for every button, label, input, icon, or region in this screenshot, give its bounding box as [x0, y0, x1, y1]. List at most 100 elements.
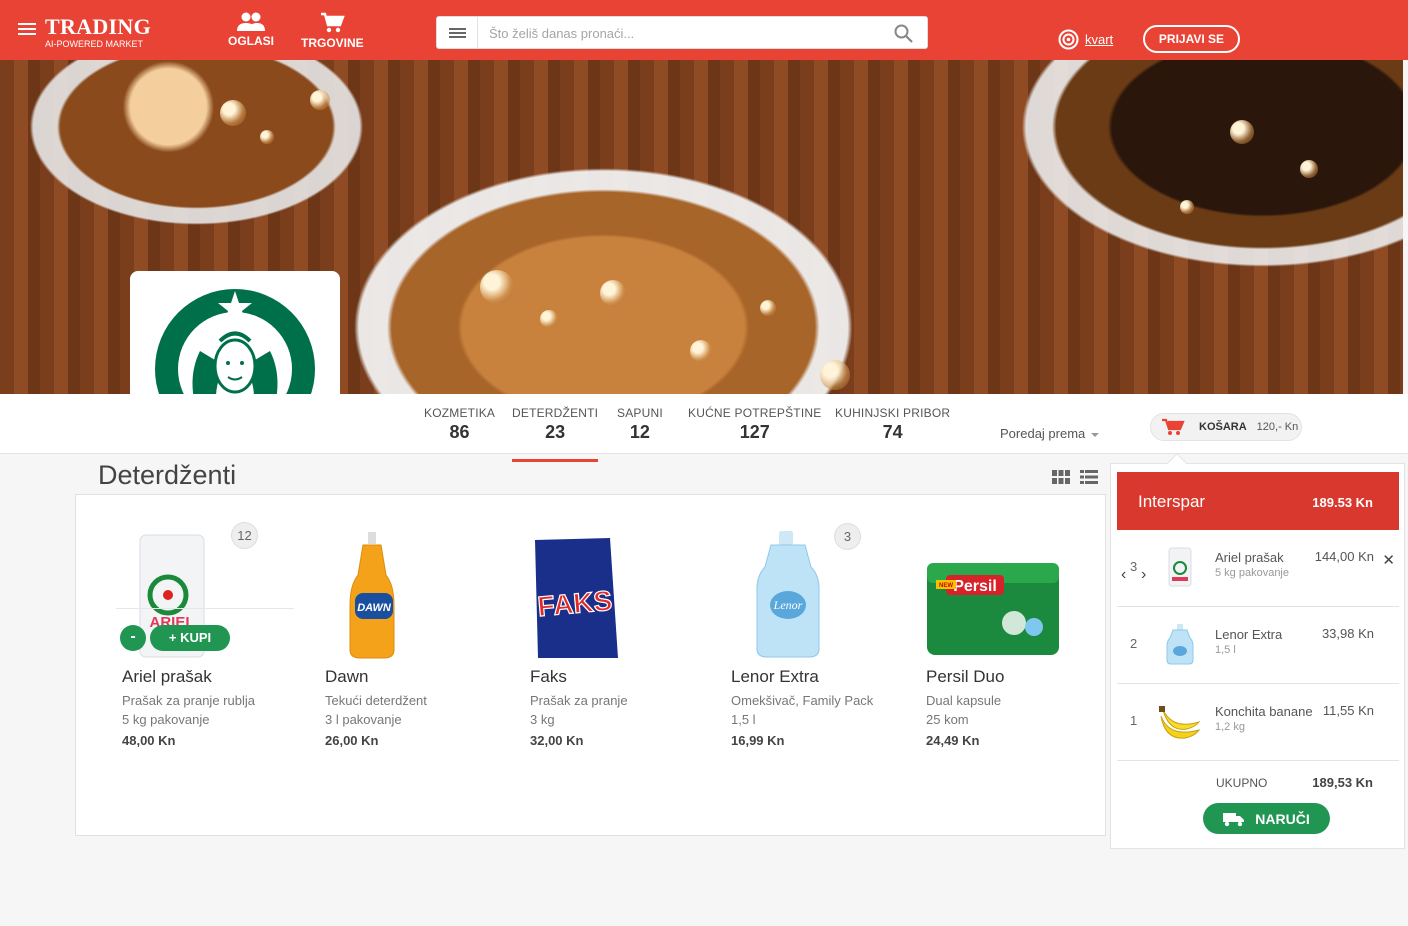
list-view-icon[interactable]: [1080, 470, 1098, 484]
search-input[interactable]: [489, 23, 869, 43]
product-description: Dual kapsule: [926, 693, 1002, 708]
product-description: Omekšivač, Family Pack: [731, 693, 874, 708]
tab-sapuni[interactable]: SAPUNI 12: [617, 406, 663, 443]
buy-button[interactable]: + KUPI: [150, 625, 230, 651]
brand-logo[interactable]: TRADING AI-POWERED MARKET: [45, 14, 151, 50]
product-name: Faks: [530, 667, 567, 686]
top-bar: TRADING AI-POWERED MARKET OGLASI TRGOVIN…: [0, 0, 1408, 60]
menu-icon[interactable]: [18, 23, 36, 37]
grid-view-icon[interactable]: [1052, 470, 1070, 484]
cart-item: 1 Konchita banane 1,2 kg 11,55 Kn: [1117, 684, 1399, 761]
product-package: 3 l pakovanje: [325, 712, 402, 727]
cart-icon: [1162, 418, 1185, 435]
product-description: Tekući deterdžent: [325, 693, 427, 708]
cart-amount: 120,- Kn: [1256, 421, 1299, 433]
cart-item: 3 ‹ › Ariel prašak 5 kg pakovanje 144,00…: [1117, 530, 1399, 607]
brand-subtitle: AI-POWERED MARKET: [45, 39, 144, 49]
store-name: Interspar: [1138, 492, 1206, 511]
cart-item: 2 Lenor Extra 1,5 l 33,98 Kn: [1117, 607, 1399, 684]
quantity-badge: 12: [231, 522, 258, 549]
search-bar: [436, 16, 928, 49]
view-toggle: [1052, 470, 1098, 484]
decrease-quantity-button[interactable]: -: [120, 625, 146, 651]
chevron-right-icon[interactable]: ›: [1141, 566, 1146, 584]
product-description: Prašak za pranje: [530, 693, 628, 708]
brand-title: TRADING: [45, 14, 151, 39]
order-button[interactable]: NARUČI: [1203, 803, 1330, 834]
nav-oglasi-label: OGLASI: [228, 34, 275, 48]
tab-count: 74: [882, 422, 903, 442]
people-icon: [237, 12, 265, 31]
buy-label: KUPI: [180, 630, 212, 645]
banana-thumbnail: [1159, 706, 1201, 739]
product-name: Ariel prašak: [122, 667, 212, 686]
product-name: Dawn: [325, 667, 369, 686]
svg-text:Lenor: Lenor: [773, 598, 803, 612]
tab-label: KUĆNE POTREPŠTINE: [688, 406, 822, 420]
chevron-down-icon: [1091, 432, 1100, 437]
product-price: 48,00 Kn: [122, 733, 176, 748]
ariel-thumbnail: [1168, 547, 1192, 587]
svg-text:FAKS: FAKS: [536, 585, 613, 622]
tab-kozmetika[interactable]: KOZMETIKA 86: [424, 406, 495, 443]
search-menu-icon[interactable]: [437, 17, 478, 48]
persil-product-image: Persil NEW: [927, 563, 1059, 655]
tab-count: 23: [545, 422, 566, 442]
divider: [116, 608, 294, 609]
chevron-left-icon[interactable]: ‹: [1121, 566, 1126, 584]
cart-item-price: 11,55 Kn: [1322, 703, 1374, 718]
cart-item-price: 33,98 Kn: [1321, 626, 1374, 641]
cart-item-price: 144,00 Kn: [1314, 549, 1374, 564]
product-grid: ARIEL Ariel prašak Prašak za pranje rubl…: [75, 494, 1106, 836]
truck-icon: [1223, 812, 1245, 826]
quantity-badge: 3: [834, 523, 861, 550]
tab-label: KOZMETIKA: [424, 406, 496, 420]
tab-count: 127: [739, 422, 770, 442]
panel-pointer: [1167, 453, 1187, 473]
faks-product-image: FAKS: [535, 538, 618, 658]
total-label: UKUPNO: [1216, 776, 1268, 790]
cart-item-quantity: 3: [1130, 559, 1138, 574]
tab-kucne-potrepstine[interactable]: KUĆNE POTREPŠTINE 127: [688, 406, 821, 443]
order-label: NARUČI: [1255, 810, 1310, 827]
nav-oglasi-button[interactable]: OGLASI: [228, 12, 274, 48]
search-icon[interactable]: [894, 24, 913, 43]
cart-item-desc: 1,5 l: [1215, 644, 1236, 656]
product-price: 26,00 Kn: [325, 733, 379, 748]
cart-store-header[interactable]: Interspar 189.53 Kn: [1117, 472, 1399, 530]
cart-button[interactable]: KOŠARA 120,- Kn: [1150, 413, 1302, 441]
dawn-product-image: DAWN: [349, 532, 395, 659]
location-link[interactable]: kvart: [1058, 29, 1113, 50]
remove-item-icon[interactable]: ✕: [1382, 551, 1395, 569]
tab-label: DETERDŽENTI: [512, 406, 599, 420]
product-name: Lenor Extra: [731, 667, 819, 686]
tab-deterdzenti[interactable]: DETERDŽENTI 23: [512, 406, 599, 462]
tab-count: 12: [629, 422, 650, 442]
product-package: 25 kom: [926, 712, 969, 727]
tab-label: KUHINJSKI PRIBOR: [835, 406, 951, 420]
product-description: Prašak za pranje rublja: [122, 693, 255, 708]
target-icon: [1058, 29, 1079, 50]
location-label: kvart: [1085, 32, 1114, 47]
cart-item-name: Ariel prašak: [1215, 550, 1284, 565]
cart-panel: Interspar 189.53 Kn 3 ‹ › Ariel prašak 5…: [1110, 453, 1405, 849]
product-price: 32,00 Kn: [530, 733, 584, 748]
product-package: 1,5 l: [731, 712, 756, 727]
cart-icon: [321, 12, 346, 33]
tab-label: SAPUNI: [617, 406, 663, 420]
cart-item-desc: 5 kg pakovanje: [1215, 567, 1289, 579]
nav-trgovine-button[interactable]: TRGOVINE: [301, 12, 364, 50]
tab-count: 86: [449, 422, 470, 442]
cart-item-name: Lenor Extra: [1215, 627, 1283, 642]
svg-text:Persil: Persil: [953, 578, 997, 595]
product-price: 16,99 Kn: [731, 733, 785, 748]
sort-label: Poredaj prema: [1000, 426, 1086, 441]
tab-kuhinjski-pribor[interactable]: KUHINJSKI PRIBOR 74: [835, 406, 950, 443]
login-button[interactable]: PRIJAVI SE: [1143, 25, 1240, 53]
store-total: 189.53 Kn: [1312, 495, 1373, 510]
lenor-product-image: Lenor: [756, 531, 820, 658]
sort-dropdown[interactable]: Poredaj prema: [1000, 426, 1100, 441]
product-package: 5 kg pakovanje: [122, 712, 210, 727]
nav-trgovine-label: TRGOVINE: [301, 36, 364, 50]
svg-text:NEW: NEW: [939, 583, 953, 589]
